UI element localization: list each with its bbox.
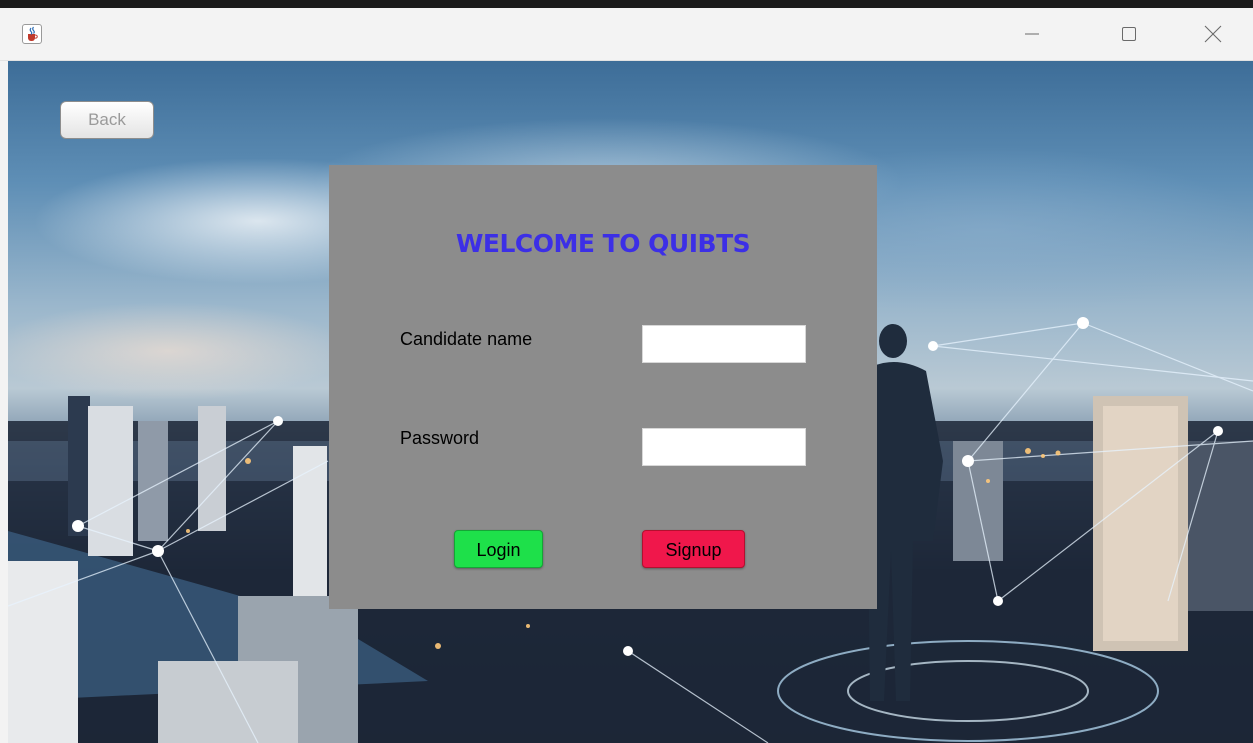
login-button[interactable]: Login: [454, 530, 543, 568]
login-panel: WELCOME TO QUIBTS Candidate name Passwor…: [329, 165, 877, 609]
back-button[interactable]: Back: [60, 101, 154, 139]
java-cup-icon[interactable]: [22, 24, 42, 44]
title-bar: [0, 8, 1253, 61]
close-button[interactable]: [1190, 18, 1236, 50]
candidate-name-input[interactable]: [642, 325, 806, 363]
password-label: Password: [400, 428, 480, 448]
signup-button[interactable]: Signup: [642, 530, 745, 568]
maximize-button[interactable]: [1106, 18, 1152, 50]
maximize-icon: [1122, 27, 1136, 41]
application-window: Back WELCOME TO QUIBTS Candidate name Pa…: [0, 8, 1253, 743]
background-city-image: Back WELCOME TO QUIBTS Candidate name Pa…: [8, 61, 1253, 743]
close-icon: [1204, 25, 1222, 43]
minimize-button[interactable]: [1009, 18, 1055, 50]
password-input[interactable]: [642, 428, 806, 466]
welcome-title: WELCOME TO QUIBTS: [455, 229, 751, 258]
candidate-name-label: Candidate name: [400, 329, 533, 349]
minimize-icon: [1025, 33, 1039, 35]
